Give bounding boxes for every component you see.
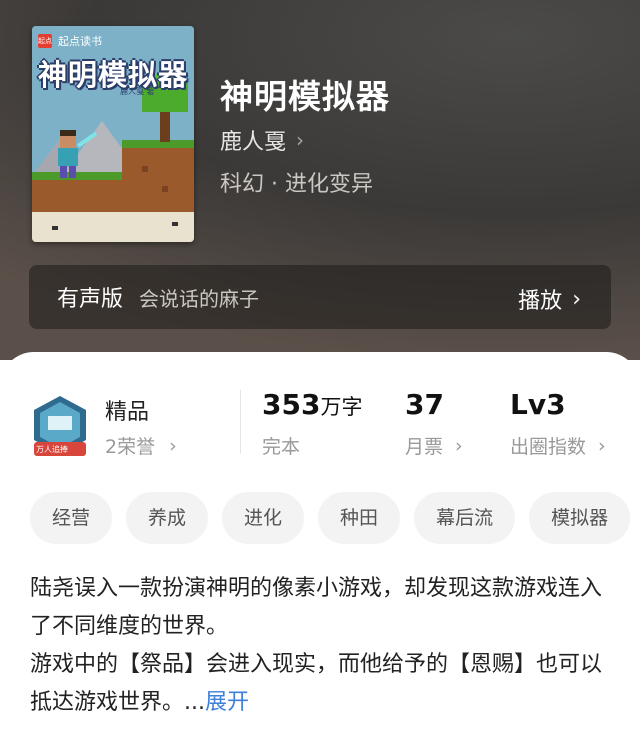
audiobook-label: 有声版 bbox=[57, 287, 124, 312]
level-link[interactable]: 出圈指数 › bbox=[510, 432, 606, 459]
tag-chip[interactable]: 进化 bbox=[222, 492, 305, 544]
cover-author: 鹿人戛 著 bbox=[120, 87, 155, 96]
audiobook-narrator: 会说话的麻子 bbox=[139, 286, 260, 311]
expand-link[interactable]: 展开 bbox=[205, 690, 249, 715]
chevron-right-icon: › bbox=[598, 434, 606, 457]
audiobook-bar[interactable]: 有声版 会说话的麻子 播放 › bbox=[29, 265, 611, 329]
stats-row: 万人追捧 精品 2荣誉 › 353万字 完本 37 月票 › Lv3 出圈指数 … bbox=[0, 380, 640, 480]
description-paragraph-2: 游戏中的【祭品】会进入现实，而他给予的【恩赐】也可以抵达游戏世界。...展开 bbox=[30, 646, 614, 722]
word-count: 353万字 bbox=[262, 388, 362, 421]
book-cover[interactable]: 起点 起点读书 神明模拟器 鹿人戛 著 bbox=[32, 26, 194, 242]
honor-count: 2荣誉 bbox=[105, 436, 156, 458]
description-paragraph-1: 陆尧误入一款扮演神明的像素小游戏，却发现这款游戏连入了不同维度的世界。 bbox=[30, 576, 603, 639]
cover-brand-label: 起点读书 bbox=[58, 35, 102, 48]
monthly-votes-label: 月票 bbox=[405, 436, 444, 458]
tag-chip[interactable]: 幕后流 bbox=[414, 492, 516, 544]
tag-chip[interactable]: 种田 bbox=[318, 492, 401, 544]
tag-chip[interactable]: 养成 bbox=[126, 492, 209, 544]
chevron-right-icon: › bbox=[455, 434, 463, 457]
monthly-votes-link[interactable]: 月票 › bbox=[405, 432, 463, 459]
tag-chip[interactable]: 经营 bbox=[30, 492, 113, 544]
chevron-right-icon: › bbox=[169, 434, 177, 457]
description-text-2: 游戏中的【祭品】会进入现实，而他给予的【恩赐】也可以抵达游戏世界。... bbox=[30, 652, 603, 715]
qidian-logo-icon: 起点 bbox=[38, 34, 52, 48]
book-title: 神明模拟器 bbox=[220, 77, 390, 116]
book-info-panel: 万人追捧 精品 2荣誉 › 353万字 完本 37 月票 › Lv3 出圈指数 … bbox=[0, 352, 640, 750]
cover-brand: 起点 起点读书 bbox=[38, 32, 102, 50]
word-count-unit: 万字 bbox=[320, 395, 363, 419]
book-genre: 科幻 · 进化变异 bbox=[220, 172, 373, 197]
chevron-right-icon: › bbox=[572, 286, 581, 312]
author-name: 鹿人戛 bbox=[220, 130, 287, 155]
level-value: Lv3 bbox=[510, 388, 566, 421]
chevron-right-icon: › bbox=[296, 128, 305, 152]
level-label: 出圈指数 bbox=[510, 436, 587, 458]
quality-label: 精品 bbox=[105, 400, 150, 425]
monthly-votes-value: 37 bbox=[405, 388, 444, 421]
word-count-value: 353 bbox=[262, 388, 321, 421]
completion-status: 完本 bbox=[262, 436, 301, 458]
play-label: 播放 bbox=[518, 289, 563, 314]
honor-link[interactable]: 2荣誉 › bbox=[105, 432, 177, 459]
badge-caption: 万人追捧 bbox=[36, 445, 68, 454]
play-button[interactable]: 播放 › bbox=[518, 283, 581, 315]
cover-title: 神明模拟器 bbox=[38, 58, 189, 92]
tag-chip[interactable]: 模拟器 bbox=[529, 492, 631, 544]
divider bbox=[240, 390, 241, 454]
author-link[interactable]: 鹿人戛 › bbox=[220, 124, 304, 156]
tag-list: 经营 养成 进化 种田 幕后流 模拟器 bbox=[30, 492, 640, 546]
book-description: 陆尧误入一款扮演神明的像素小游戏，却发现这款游戏连入了不同维度的世界。 游戏中的… bbox=[30, 570, 614, 722]
